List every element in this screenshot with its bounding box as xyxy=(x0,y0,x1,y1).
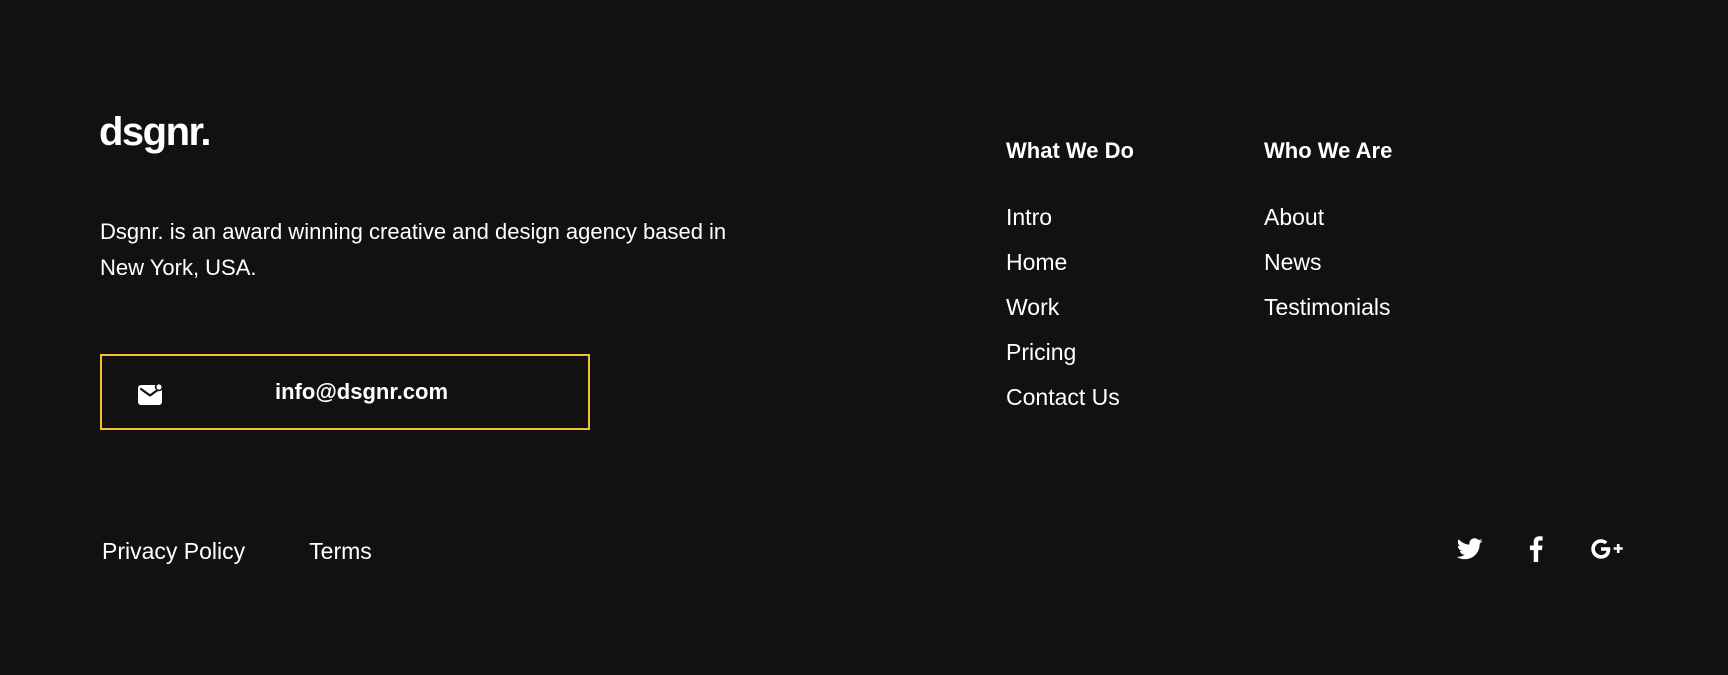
email-contact-button[interactable]: info@dsgnr.com xyxy=(100,354,590,430)
nav-link-contact-us[interactable]: Contact Us xyxy=(1006,375,1134,420)
terms-link[interactable]: Terms xyxy=(309,534,372,568)
nav-column-who-we-are: Who We Are About News Testimonials xyxy=(1264,137,1392,330)
nav-link-testimonials[interactable]: Testimonials xyxy=(1264,285,1392,330)
privacy-policy-link[interactable]: Privacy Policy xyxy=(102,534,245,568)
nav-link-news[interactable]: News xyxy=(1264,240,1392,285)
twitter-icon[interactable] xyxy=(1456,532,1484,566)
brand-tagline: Dsgnr. is an award winning creative and … xyxy=(100,219,727,280)
nav-column-what-we-do: What We Do Intro Home Work Pricing Conta… xyxy=(1006,137,1134,420)
nav-column-heading: What We Do xyxy=(1006,138,1134,163)
legal-links: Privacy Policy Terms xyxy=(102,534,372,568)
nav-column-heading: Who We Are xyxy=(1264,138,1393,163)
nav-link-pricing[interactable]: Pricing xyxy=(1006,330,1134,375)
nav-link-intro[interactable]: Intro xyxy=(1006,195,1134,240)
nav-link-about[interactable]: About xyxy=(1264,195,1392,240)
mail-icon xyxy=(138,382,164,405)
google-plus-icon[interactable] xyxy=(1589,532,1627,566)
nav-link-home[interactable]: Home xyxy=(1006,240,1134,285)
email-address: info@dsgnr.com xyxy=(275,379,449,404)
brand-logo[interactable]: dsgnr. xyxy=(99,108,212,156)
facebook-icon[interactable] xyxy=(1526,532,1546,566)
nav-link-work[interactable]: Work xyxy=(1006,285,1134,330)
